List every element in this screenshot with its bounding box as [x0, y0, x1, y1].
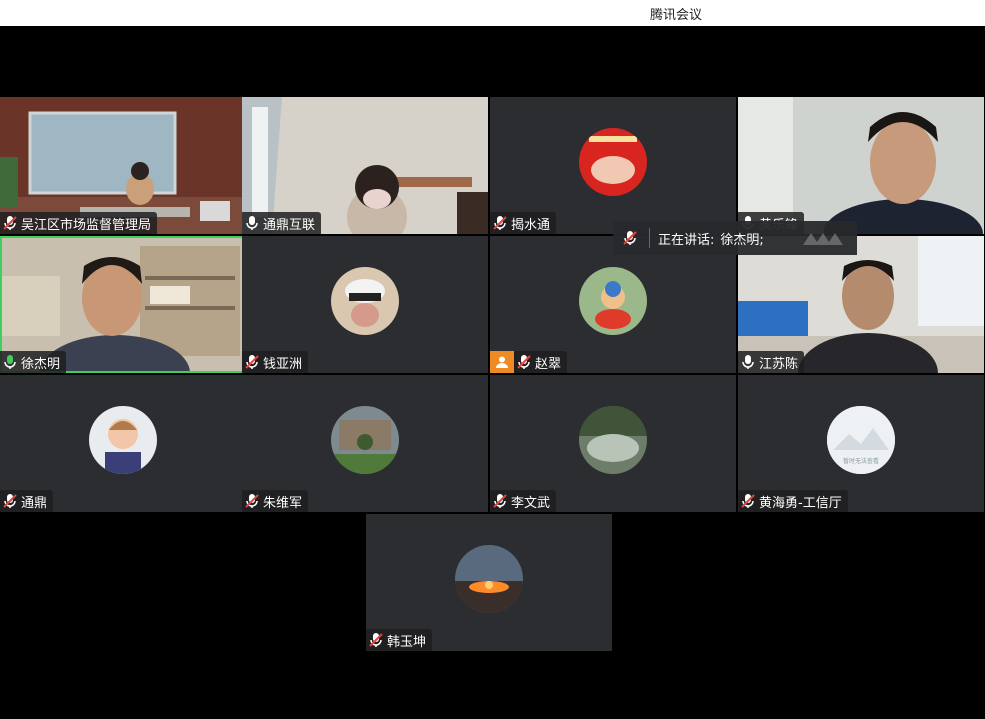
placeholder-avatar: 暂时无法查看 [827, 405, 895, 474]
participant-tile[interactable]: 揭水通 [490, 97, 736, 234]
participant-tile[interactable]: 朱维军 [242, 375, 488, 512]
mic-muted-icon [493, 215, 507, 231]
participant-avatar [579, 127, 647, 196]
participant-tile-active-speaker[interactable]: 徐杰明 [0, 236, 246, 373]
participant-name: 江苏陈 [759, 356, 799, 372]
participant-tile[interactable]: 钱亚洲 [242, 236, 488, 373]
participant-name: 朱维军 [263, 495, 303, 511]
participant-name: 黄海勇-工信厅 [759, 495, 842, 511]
participant-avatar [455, 544, 523, 613]
participant-name: 赵翠 [535, 356, 562, 372]
participant-avatar [331, 405, 399, 474]
participant-tile[interactable]: 李文武 [490, 375, 736, 512]
participant-avatar [89, 405, 157, 474]
participant-tile[interactable]: 暂时无法查看 黄海勇-工信厅 [738, 375, 984, 512]
speaking-names: 徐杰明; [720, 232, 764, 248]
participant-tile[interactable]: 江苏陈 [738, 236, 984, 373]
name-tag: 通鼎 [0, 490, 54, 512]
placeholder-text: 暂时无法查看 [843, 457, 879, 465]
mic-muted-icon [245, 493, 259, 509]
window-title: 腾讯会议 [650, 8, 703, 23]
name-tag: 赵翠 [514, 351, 568, 373]
user-icon [490, 351, 514, 373]
window-titlebar: 腾讯会议 [0, 0, 985, 26]
name-tag: 揭水通 [490, 212, 557, 234]
speaking-label: 正在讲话: [658, 232, 715, 248]
participant-name: 揭水通 [511, 217, 551, 233]
name-tag: 通鼎互联 [242, 212, 322, 234]
participant-tile[interactable]: 黄乐锋 [738, 97, 984, 234]
name-tag: 黄海勇-工信厅 [738, 490, 848, 512]
participant-name: 通鼎 [21, 495, 48, 511]
name-tag: 韩玉坤 [366, 629, 433, 651]
name-tag: 徐杰明 [0, 351, 67, 373]
participant-name: 通鼎互联 [263, 217, 316, 233]
participant-name: 钱亚洲 [263, 356, 303, 372]
participant-avatar [331, 266, 399, 335]
participant-name: 韩玉坤 [387, 634, 427, 650]
name-tag: 李文武 [490, 490, 557, 512]
mic-muted-icon [3, 215, 17, 231]
participant-avatar [579, 266, 647, 335]
mic-speaking-icon [3, 354, 17, 370]
mic-muted-icon [245, 354, 259, 370]
mic-muted-icon [741, 493, 755, 509]
participant-tile[interactable]: 通鼎 [0, 375, 246, 512]
participant-avatar [579, 405, 647, 474]
participant-name: 李文武 [511, 495, 551, 511]
name-tag: 朱维军 [242, 490, 309, 512]
mic-muted-icon [517, 354, 531, 370]
participant-tile[interactable]: 通鼎互联 [242, 97, 488, 234]
name-tag: 吴江区市场监督管理局 [0, 212, 158, 234]
mic-muted-icon [623, 230, 637, 246]
mic-icon [245, 215, 259, 231]
speaking-indicator: 正在讲话: 徐杰明; [613, 221, 857, 255]
participant-name: 吴江区市场监督管理局 [21, 217, 152, 233]
divider [649, 228, 650, 248]
participant-name: 徐杰明 [21, 356, 61, 372]
mic-muted-icon [369, 632, 383, 648]
name-tag: 江苏陈 [738, 351, 805, 373]
mic-muted-icon [3, 493, 17, 509]
participant-tile[interactable]: 韩玉坤 [366, 514, 612, 651]
participant-tile[interactable]: 吴江区市场监督管理局 [0, 97, 246, 234]
tencent-meeting-logo-icon [801, 229, 845, 251]
name-tag: 钱亚洲 [242, 351, 309, 373]
video-grid: 吴江区市场监督管理局 通鼎互联 揭水通 徐杰明 钱亚洲 赵翠 江苏陈 通鼎 朱维… [0, 26, 985, 719]
participant-tile[interactable]: 赵翠 [490, 236, 736, 373]
mic-icon [741, 354, 755, 370]
mic-muted-icon [493, 493, 507, 509]
